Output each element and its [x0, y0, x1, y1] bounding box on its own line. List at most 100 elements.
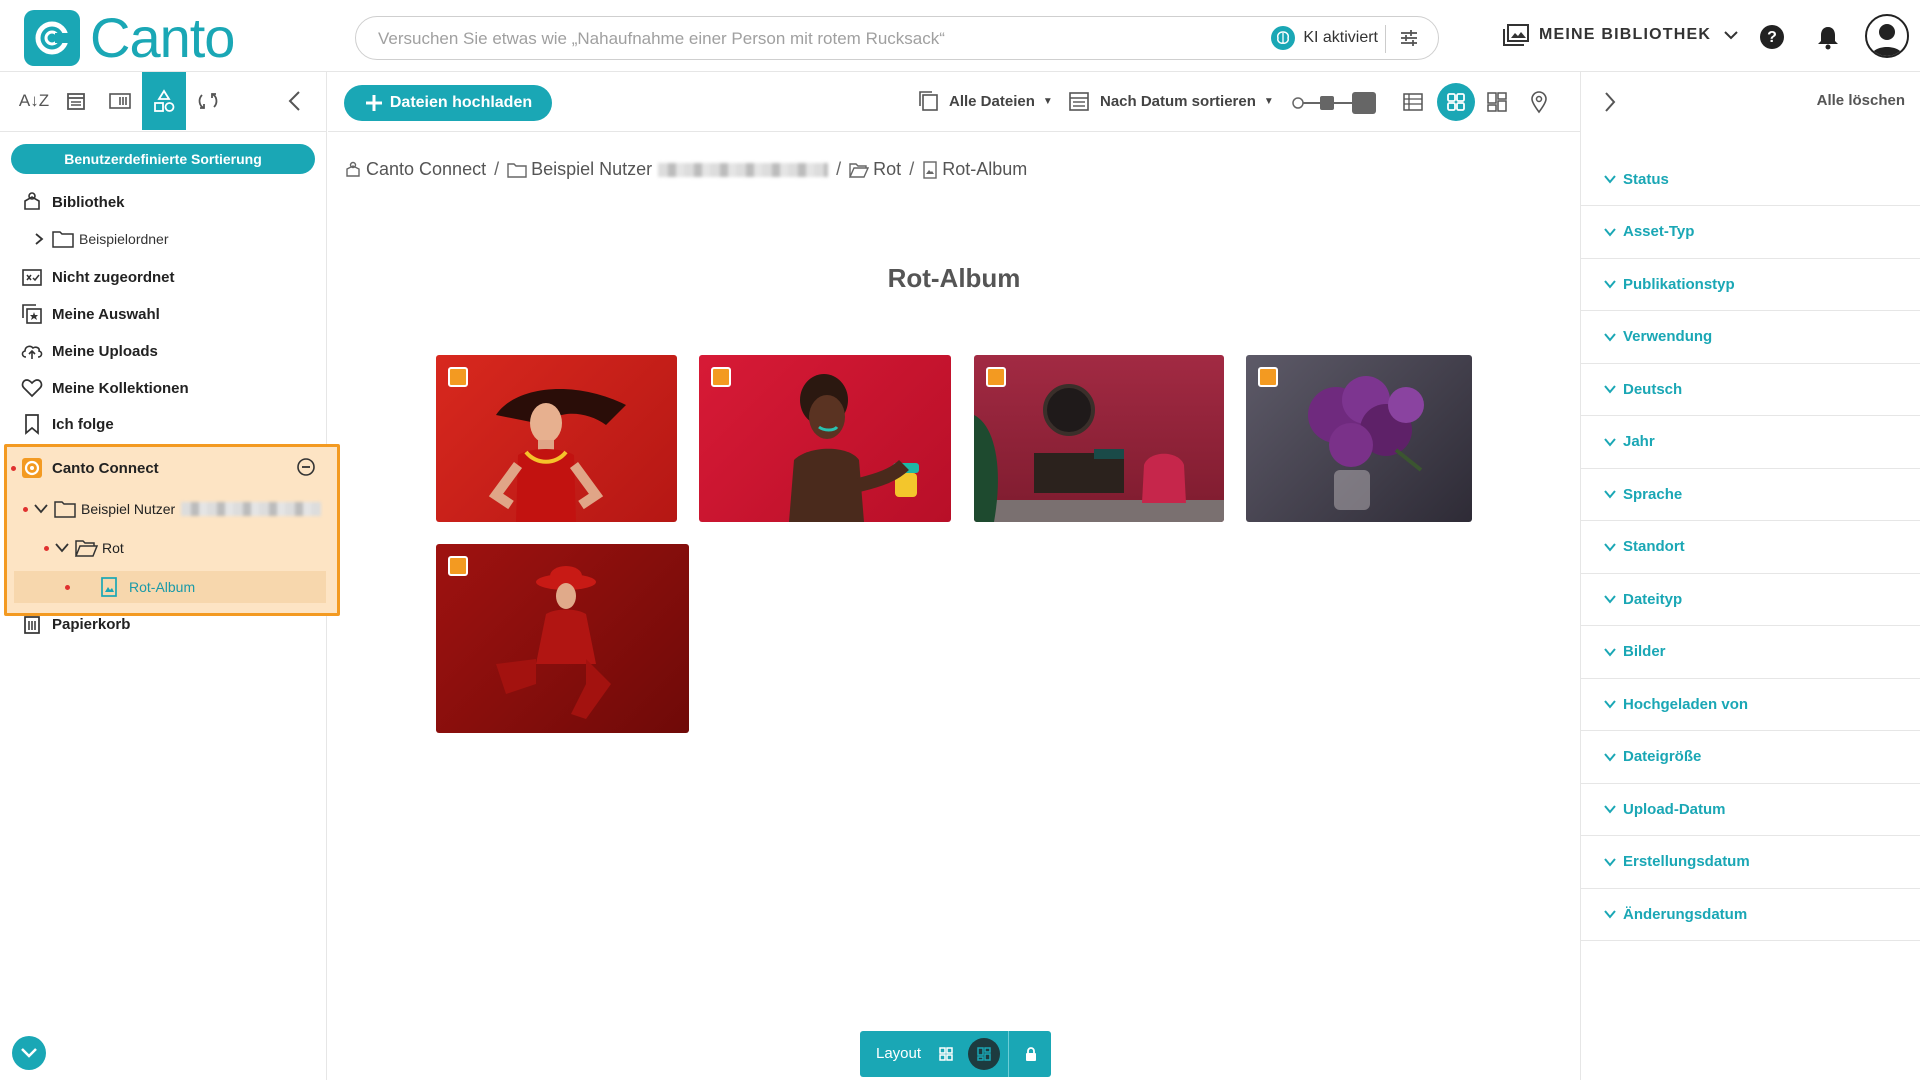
barcode-icon[interactable] — [99, 72, 141, 130]
folder-icon — [51, 227, 75, 251]
sidebar-item-beispielordner[interactable]: Beispielordner — [33, 227, 169, 251]
facet-row[interactable]: Sprache — [1581, 468, 1920, 521]
lock-icon[interactable] — [1024, 1046, 1038, 1062]
list-view-icon[interactable] — [1398, 87, 1428, 117]
facet-row[interactable]: Dateigröße — [1581, 731, 1920, 784]
facet-row[interactable]: Upload-Datum — [1581, 783, 1920, 836]
shapes-icon[interactable] — [142, 72, 186, 130]
filter-sliders-icon[interactable] — [1398, 27, 1420, 49]
ai-toggle[interactable]: KI aktiviert — [1271, 26, 1378, 50]
svg-text:?: ? — [1767, 29, 1777, 46]
facet-row[interactable]: Deutsch — [1581, 363, 1920, 416]
chevron-down-icon[interactable] — [33, 503, 49, 515]
files-filter-dropdown[interactable]: Alle Dateien ▼ — [917, 90, 1053, 112]
asset-thumbnail[interactable] — [1246, 355, 1472, 522]
chevron-down-icon — [1604, 542, 1616, 552]
facet-row[interactable]: Verwendung — [1581, 311, 1920, 364]
breadcrumb-separator: / — [494, 159, 500, 179]
sidebar-item-unassigned[interactable]: Nicht zugeordnet — [20, 265, 175, 289]
facet-row[interactable]: Änderungsdatum — [1581, 888, 1920, 941]
sidebar-item-trash[interactable]: Papierkorb — [20, 612, 130, 636]
facet-row[interactable]: Status — [1581, 153, 1920, 206]
mosaic-view-icon[interactable] — [1482, 87, 1512, 117]
sidebar-item-rot[interactable]: Rot — [54, 536, 124, 560]
facet-label: Standort — [1623, 538, 1685, 555]
facet-label: Jahr — [1623, 433, 1655, 450]
sort-az-icon[interactable]: A↓Z — [13, 72, 55, 130]
notification-bell-icon[interactable] — [1813, 22, 1843, 52]
sidebar-item-my-selection[interactable]: Meine Auswahl — [20, 302, 160, 326]
chevron-down-icon[interactable] — [54, 542, 70, 554]
asset-thumbnail[interactable] — [436, 355, 677, 522]
grid-layout-icon[interactable] — [938, 1046, 954, 1062]
facet-label: Verwendung — [1623, 328, 1713, 345]
upload-files-button[interactable]: Dateien hochladen — [344, 85, 552, 121]
sort-label: Nach Datum sortieren — [1100, 92, 1256, 110]
sort-dropdown[interactable]: Nach Datum sortieren ▼ — [1068, 90, 1274, 112]
sidebar-item-following[interactable]: Ich folge — [20, 412, 114, 436]
canto-connect-badge-icon — [986, 367, 1006, 387]
facet-label: Asset-Typ — [1623, 223, 1695, 240]
sidebar-item-label: Rot — [102, 540, 124, 556]
user-avatar[interactable] — [1865, 14, 1909, 58]
grid-view-icon[interactable] — [1437, 83, 1475, 121]
canto-connect-badge-icon — [711, 367, 731, 387]
layout-bar: Layout — [860, 1031, 1051, 1077]
canto-logo[interactable]: Canto — [24, 6, 235, 69]
breadcrumb-item[interactable]: Canto Connect — [344, 159, 486, 180]
minus-circle-icon[interactable] — [296, 457, 316, 477]
search-input[interactable] — [378, 27, 1078, 51]
sidebar-item-beispiel-nutzer[interactable]: Beispiel Nutzer — [33, 497, 322, 521]
sidebar-item-label: Beispielordner — [79, 231, 169, 247]
breadcrumb-separator: / — [836, 159, 842, 179]
layout-label: Layout — [876, 1045, 922, 1062]
files-filter-label: Alle Dateien — [949, 92, 1035, 110]
album-icon — [923, 160, 937, 179]
sidebar-item-my-uploads[interactable]: Meine Uploads — [20, 339, 158, 363]
redacted-name — [658, 162, 829, 177]
expand-down-button[interactable] — [12, 1036, 46, 1070]
sidebar-item-library[interactable]: Bibliothek — [20, 190, 125, 214]
facet-row[interactable]: Publikationstyp — [1581, 258, 1920, 311]
chevron-down-icon — [1604, 752, 1616, 762]
facet-row[interactable]: Standort — [1581, 521, 1920, 574]
unread-dot — [65, 585, 70, 590]
ai-brain-icon — [1271, 26, 1296, 50]
help-icon[interactable]: ? — [1757, 22, 1787, 52]
sidebar-item-my-collections[interactable]: Meine Kollektionen — [20, 376, 189, 400]
sidebar-item-label: Ich folge — [52, 415, 114, 433]
library-switcher[interactable]: MEINE BIBLIOTHEK — [1503, 24, 1739, 46]
chevron-right-icon[interactable] — [33, 232, 45, 246]
breadcrumb-item[interactable]: Beispiel Nutzer — [507, 159, 829, 180]
collapse-left-icon[interactable] — [274, 72, 316, 130]
app-name: Canto — [90, 6, 235, 69]
facet-row[interactable]: Erstellungsdatum — [1581, 836, 1920, 889]
thumbnail-size-slider[interactable] — [1290, 90, 1380, 116]
facet-row[interactable]: Hochgeladen von — [1581, 678, 1920, 731]
facet-row[interactable]: Bilder — [1581, 626, 1920, 679]
breadcrumb: Canto Connect / Beispiel Nutzer / Rot / … — [344, 159, 1027, 180]
custom-sort-button[interactable]: Benutzerdefinierte Sortierung — [11, 144, 315, 174]
sidebar-item-canto-connect[interactable]: Canto Connect — [20, 456, 159, 480]
facet-row[interactable]: Dateityp — [1581, 573, 1920, 626]
calendar-icon[interactable] — [55, 72, 97, 130]
masonry-layout-button[interactable] — [968, 1038, 1000, 1070]
masonry-layout-icon — [977, 1047, 991, 1061]
chevron-down-icon — [1604, 910, 1616, 919]
asset-thumbnail[interactable] — [699, 355, 951, 522]
asset-thumbnail[interactable] — [974, 355, 1224, 522]
clear-all-button[interactable]: Alle löschen — [1817, 92, 1905, 109]
map-pin-icon[interactable] — [1524, 87, 1554, 117]
asset-thumbnail[interactable] — [436, 544, 689, 733]
sidebar-item-rot-album[interactable]: Rot-Album — [97, 575, 195, 599]
facet-row[interactable]: Jahr — [1581, 416, 1920, 469]
refresh-icon[interactable] — [187, 72, 229, 130]
breadcrumb-item[interactable]: Rot-Album — [922, 159, 1027, 180]
facet-row[interactable]: Asset-Typ — [1581, 206, 1920, 259]
chevron-down-icon — [21, 1048, 37, 1058]
left-sidebar: A↓Z Benutzerdefinierte Sortierung Biblio… — [0, 72, 340, 1080]
star-selection-icon — [20, 302, 44, 326]
chevron-right-icon[interactable] — [1603, 90, 1617, 114]
breadcrumb-item[interactable]: Rot — [849, 159, 901, 180]
chevron-down-icon — [1604, 647, 1616, 657]
